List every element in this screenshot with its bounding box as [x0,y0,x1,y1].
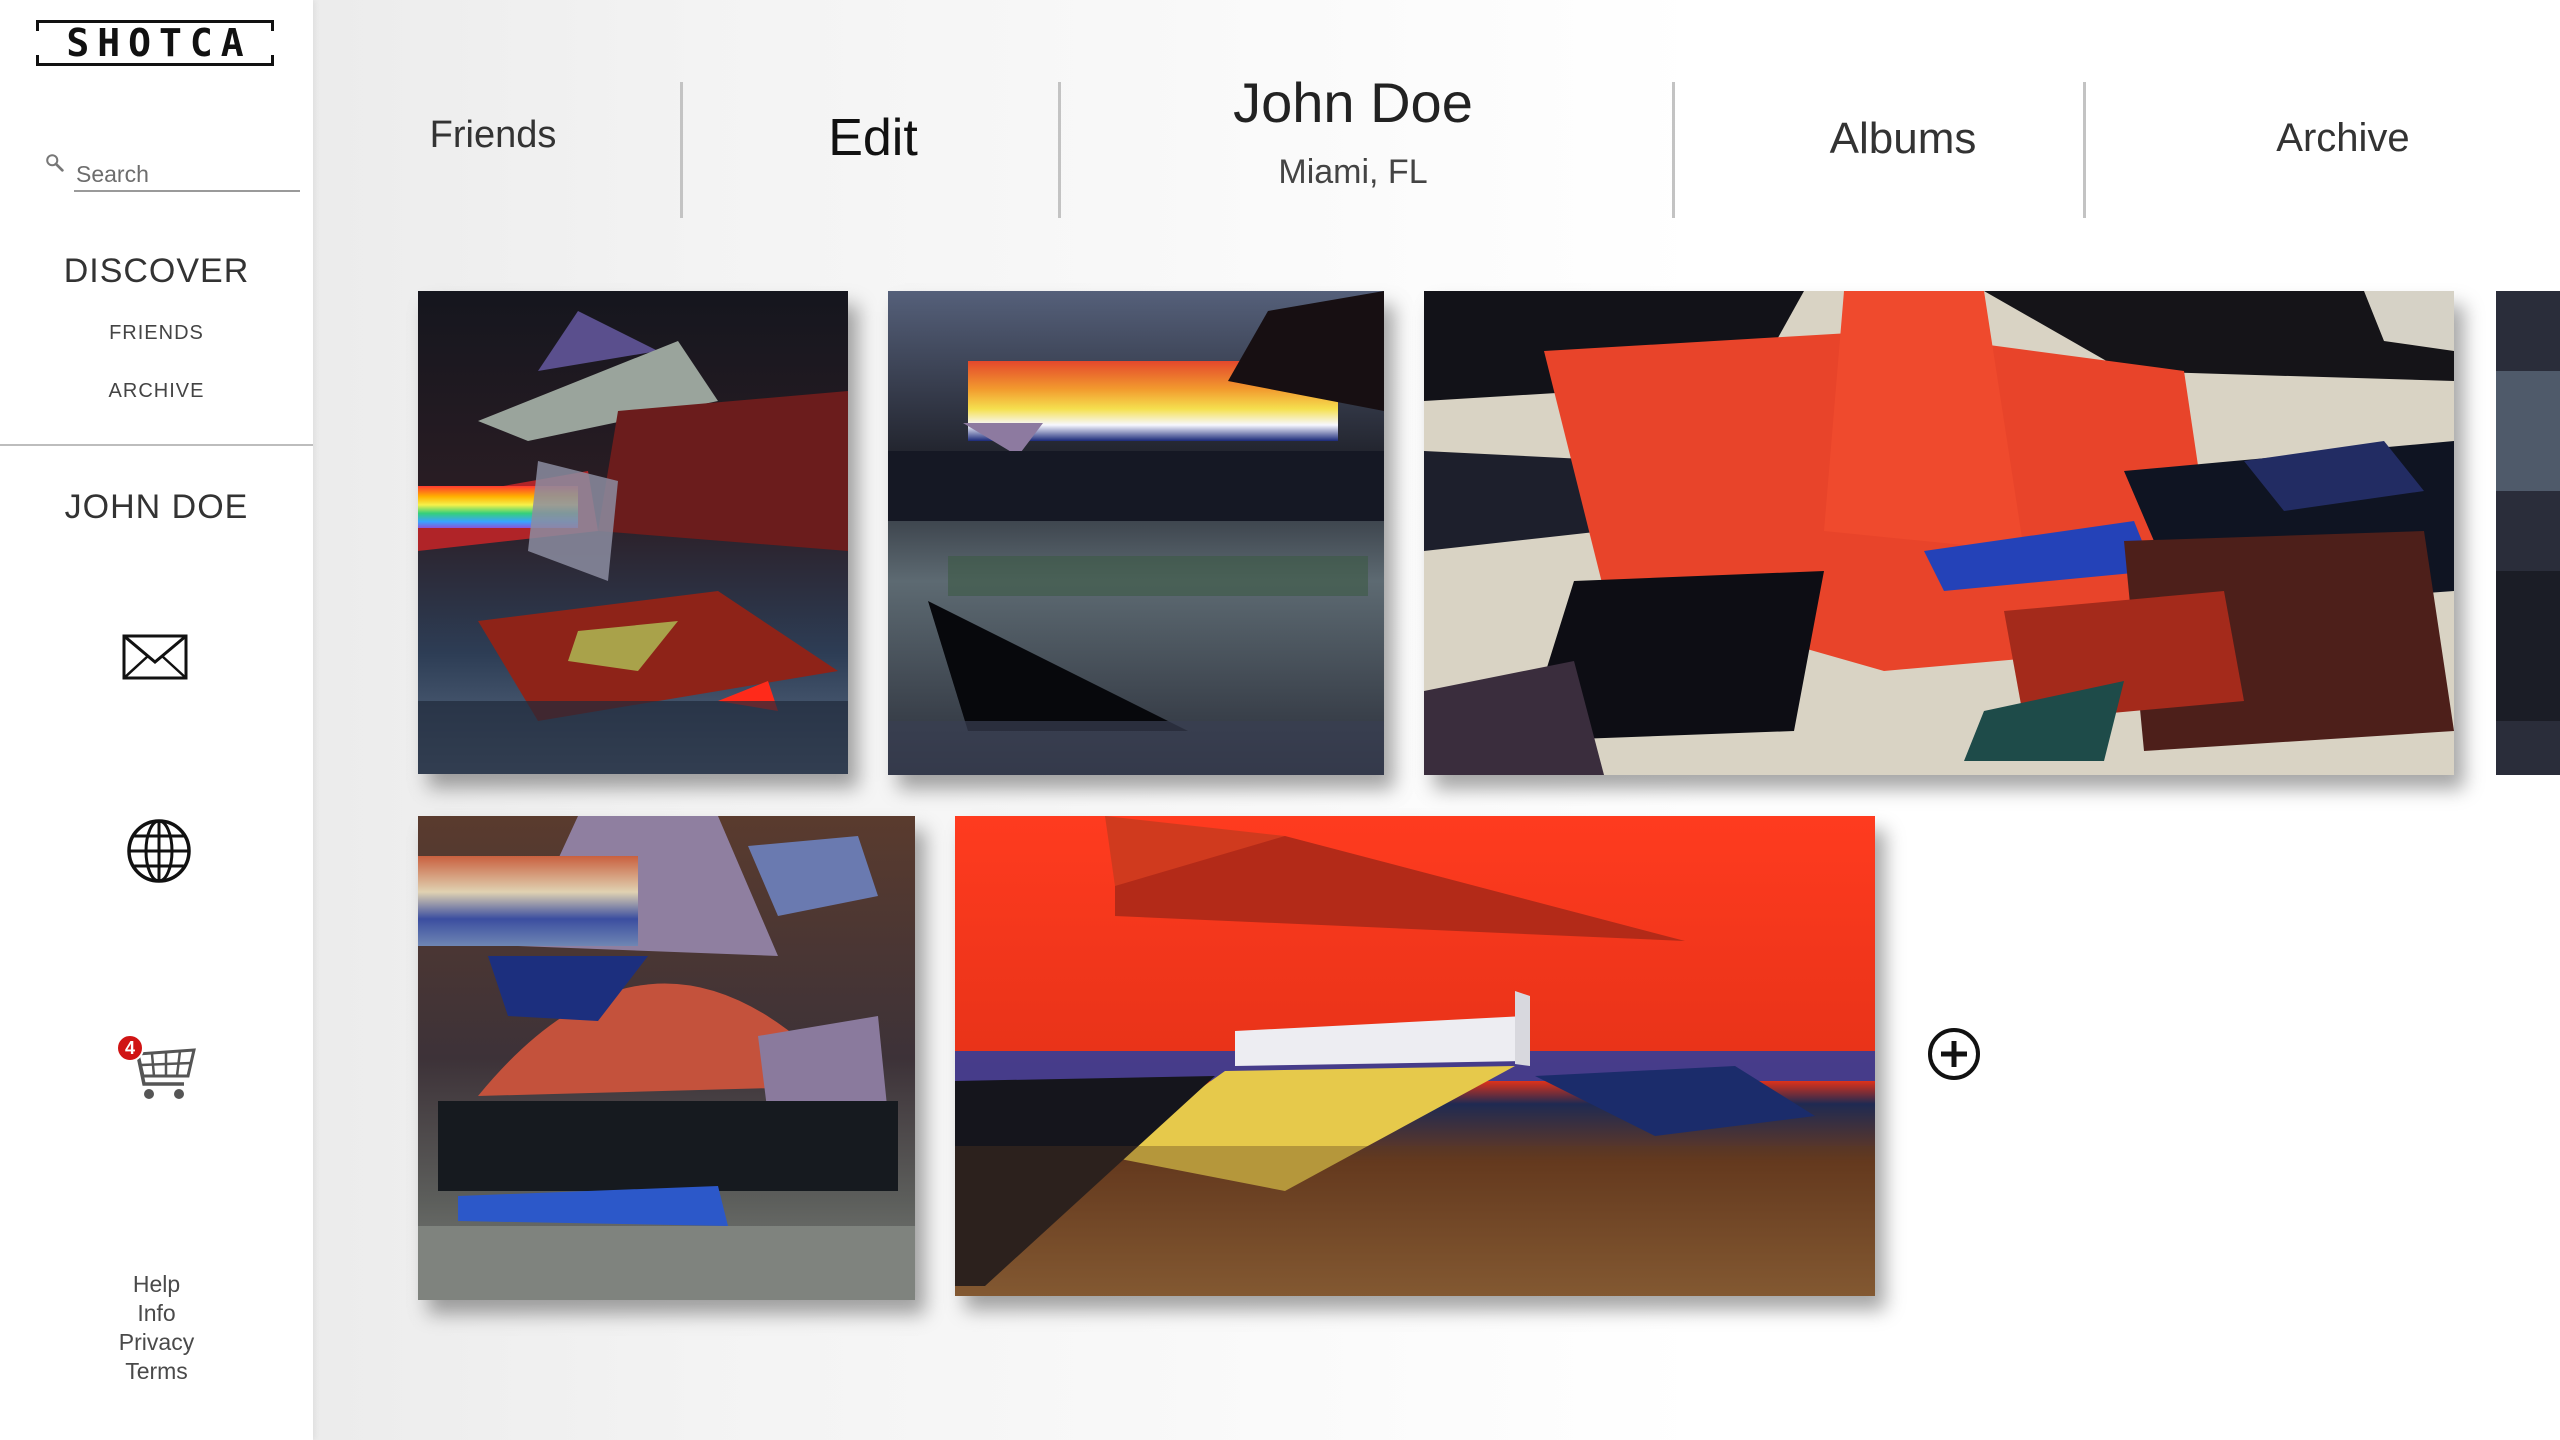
artwork-thumbnail[interactable] [2496,291,2560,775]
nav-divider [1672,82,1675,218]
footer-terms-link[interactable]: Terms [0,1357,313,1386]
profile-location: Miami, FL [1278,153,1428,191]
discover-heading[interactable]: DISCOVER [0,252,313,291]
user-name[interactable]: JOHN DOE [0,488,313,527]
artwork-thumbnail[interactable] [418,816,915,1300]
tab-archive[interactable]: Archive [2163,116,2523,161]
nav-divider [1058,82,1061,218]
search-icon [46,154,64,172]
footer-info-link[interactable]: Info [0,1299,313,1328]
profile-navigation: Friends Edit John Doe Miami, FL Albums A… [313,60,2560,230]
tab-friends[interactable]: Friends [393,114,593,157]
profile-header: John Doe Miami, FL [1113,70,1593,192]
mail-icon[interactable] [122,634,188,680]
artwork-thumbnail[interactable] [418,291,848,774]
add-artwork-button[interactable] [1927,1027,1981,1081]
globe-icon[interactable] [126,818,192,884]
artwork-thumbnail[interactable] [1424,291,2454,775]
edit-button[interactable]: Edit [753,108,993,168]
sidebar-item-archive[interactable]: ARCHIVE [0,380,313,403]
sidebar-divider [0,444,313,446]
artwork-thumbnail[interactable] [955,816,1875,1296]
footer-privacy-link[interactable]: Privacy [0,1328,313,1357]
tab-albums[interactable]: Albums [1743,114,2063,164]
app-logo[interactable]: SHOTCA [33,20,277,66]
cart-button[interactable]: 4 [116,1034,198,1104]
nav-divider [680,82,683,218]
cart-count-badge: 4 [116,1034,144,1062]
sidebar-item-friends[interactable]: FRIENDS [0,322,313,345]
artwork-thumbnail[interactable] [888,291,1384,775]
nav-divider [2083,82,2086,218]
footer-help-link[interactable]: Help [0,1270,313,1299]
search-input[interactable] [74,156,300,192]
search-box [40,150,300,194]
profile-name: John Doe [1233,71,1473,134]
footer-links: Help Info Privacy Terms [0,1270,313,1386]
sidebar: SHOTCA DISCOVER FRIENDS ARCHIVE JOHN DOE [0,0,313,1440]
